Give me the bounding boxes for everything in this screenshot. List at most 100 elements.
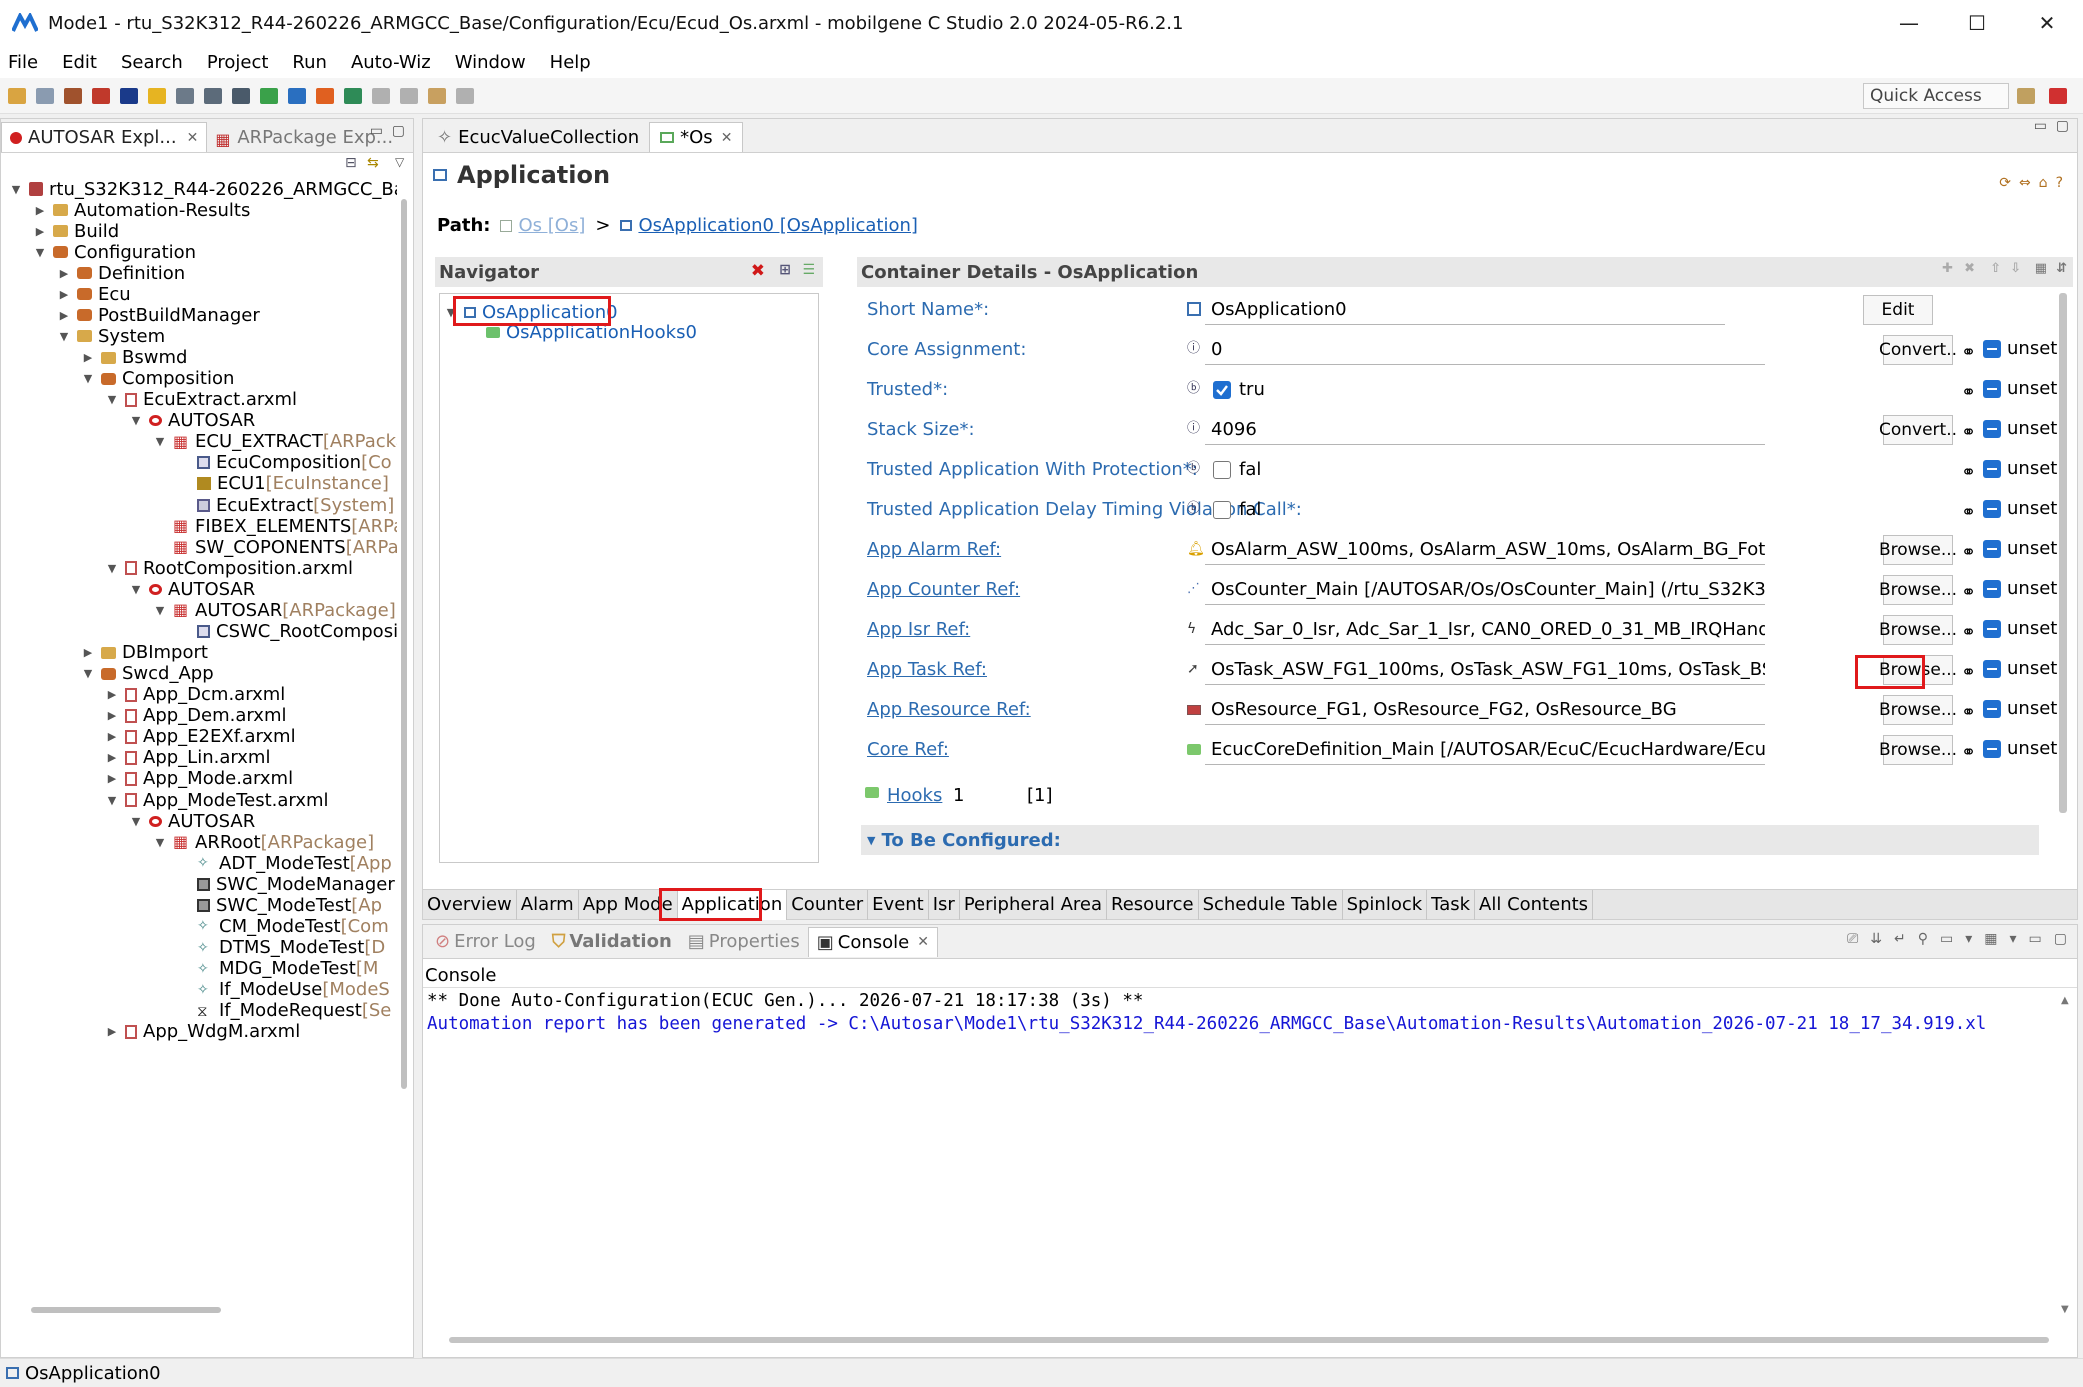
console-horizontal-scrollbar[interactable] (449, 1337, 2049, 1343)
unset-control[interactable]: ⚭ unset (1961, 618, 2057, 643)
collapse-arrow-icon[interactable]: ▼ (129, 815, 143, 828)
unset-control[interactable]: ⚭ unset (1961, 418, 2057, 443)
tree-item[interactable]: ▶ App_WdgM.arxml (105, 1018, 300, 1046)
maximize-editor-icon[interactable]: ▢ (2056, 118, 2069, 134)
app-resource-ref-input[interactable]: OsResource_FG1, OsResource_FG2, OsResour… (1205, 695, 1765, 725)
unset-toggle[interactable] (1983, 659, 2001, 678)
page-tab-counter[interactable]: Counter (787, 889, 869, 920)
expand-icon[interactable]: ⊞ (779, 262, 791, 278)
save-icon[interactable] (36, 87, 54, 104)
filter-icon[interactable]: ☰ (802, 262, 815, 278)
close-tab-icon[interactable]: ✕ (917, 934, 929, 950)
tab-console[interactable]: ▣ Console ✕ (807, 926, 938, 957)
page-tab-overview[interactable]: Overview (423, 889, 517, 920)
module-icon[interactable] (232, 87, 250, 104)
swap-icon[interactable]: ⇔ (2019, 175, 2031, 191)
page-tab-peripheral-area[interactable]: Peripheral Area (960, 889, 1108, 920)
app-alarm-ref-link[interactable]: App Alarm Ref: (867, 539, 1001, 560)
page-tab-event[interactable]: Event (868, 889, 929, 920)
collapse-arrow-icon[interactable]: ▼ (153, 435, 167, 448)
core-ref-link[interactable]: Core Ref: (867, 739, 949, 760)
wizard-icon[interactable] (148, 87, 166, 104)
hooks-link[interactable]: Hooks (887, 785, 942, 806)
expand-arrow-icon[interactable]: ▶ (105, 730, 119, 743)
forward-icon[interactable] (456, 87, 474, 104)
core-ref-input[interactable]: EcucCoreDefinition_Main [/AUTOSAR/EcuC/E… (1205, 735, 1765, 765)
expand-arrow-icon[interactable]: ▶ (33, 204, 47, 217)
collapse-arrow-icon[interactable]: ▼ (129, 414, 143, 427)
warning-icon[interactable] (316, 87, 334, 104)
app-task-ref-input[interactable]: OsTask_ASW_FG1_100ms, OsTask_ASW_FG1_10m… (1205, 655, 1765, 685)
page-tab-spinlock[interactable]: Spinlock (1343, 889, 1428, 920)
maximize-button[interactable]: ☐ (1946, 0, 2008, 46)
collapse-arrow-icon[interactable]: ▼ (153, 604, 167, 617)
app-isr-ref-input[interactable]: Adc_Sar_0_Isr, Adc_Sar_1_Isr, CAN0_ORED_… (1205, 615, 1765, 645)
tab-os[interactable]: *Os ✕ (649, 122, 744, 152)
sync-icon[interactable]: ⟳ (1999, 175, 2011, 191)
trusted-delay-checkbox[interactable] (1213, 501, 1231, 519)
page-tab-resource[interactable]: Resource (1107, 889, 1199, 920)
close-button[interactable]: ✕ (2016, 0, 2078, 46)
app-resource-ref-link[interactable]: App Resource Ref: (867, 699, 1031, 720)
unset-control[interactable]: ⚭ unset (1961, 458, 2057, 483)
maximize-view-icon[interactable]: ▢ (2054, 931, 2067, 947)
collapse-arrow-icon[interactable]: ▼ (129, 583, 143, 596)
expand-arrow-icon[interactable]: ▶ (105, 751, 119, 764)
display-console-icon[interactable]: ▭ (1940, 931, 1953, 947)
minimize-view-icon[interactable]: ▭ (2029, 931, 2042, 947)
unset-toggle[interactable] (1983, 579, 2001, 598)
app-isr-ref-link[interactable]: App Isr Ref: (867, 619, 970, 640)
collapse-arrow-icon[interactable]: ▼ (105, 562, 119, 575)
menu-auto-wiz[interactable]: Auto-Wiz (351, 52, 431, 73)
add-icon[interactable]: ✚ (1942, 261, 1953, 276)
tree-vertical-scrollbar[interactable] (399, 199, 409, 1229)
home-icon[interactable]: ⌂ (2039, 175, 2048, 191)
word-wrap-icon[interactable]: ↵ (1894, 931, 1906, 947)
page-tab-task[interactable]: Task (1427, 889, 1476, 920)
expand-arrow-icon[interactable]: ▶ (105, 709, 119, 722)
unset-toggle[interactable] (1983, 379, 2001, 398)
step-over-icon[interactable] (400, 87, 418, 104)
trusted-checkbox[interactable] (1213, 381, 1231, 399)
unset-control[interactable]: ⚭ unset (1961, 738, 2057, 763)
chart-icon[interactable] (176, 87, 194, 104)
new-console-icon[interactable]: ▦ (1984, 931, 1997, 947)
tools-icon[interactable] (288, 87, 306, 104)
tab-validation[interactable]: ⛉ Validation (544, 927, 680, 957)
step-icon[interactable] (372, 87, 390, 104)
menu-run[interactable]: Run (292, 52, 327, 73)
remove-icon[interactable]: ✖ (1964, 261, 1975, 276)
maximize-view-icon[interactable]: ▢ (392, 123, 405, 139)
expand-arrow-icon[interactable]: ▶ (105, 772, 119, 785)
pin-console-icon[interactable]: ⚲ (1918, 931, 1928, 947)
tab-error-log[interactable]: ⊘ Error Log (427, 927, 544, 957)
collapse-arrow-icon[interactable]: ▼ (9, 183, 23, 196)
component-icon[interactable] (260, 87, 278, 104)
unset-control[interactable]: ⚭ unset (1961, 338, 2057, 363)
unset-control[interactable]: ⚭ unset (1961, 658, 2057, 683)
unset-control[interactable]: ⚭ unset (1961, 378, 2057, 403)
collapse-arrow-icon[interactable]: ▼ (81, 372, 95, 385)
link-icon[interactable] (344, 87, 362, 104)
run-icon[interactable] (92, 87, 110, 104)
expand-arrow-icon[interactable]: ▶ (33, 225, 47, 238)
convert-button[interactable]: Convert.. (1879, 335, 1957, 365)
app-alarm-ref-input[interactable]: OsAlarm_ASW_100ms, OsAlarm_ASW_10ms, OsA… (1205, 535, 1765, 565)
page-tab-schedule-table[interactable]: Schedule Table (1199, 889, 1343, 920)
expand-arrow-icon[interactable]: ▶ (57, 288, 71, 301)
unset-control[interactable]: ⚭ unset (1961, 538, 2057, 563)
app-counter-ref-input[interactable]: OsCounter_Main [/AUTOSAR/Os/OsCounter_Ma… (1205, 575, 1765, 605)
unset-toggle[interactable] (1983, 459, 2001, 478)
trusted-protection-checkbox[interactable] (1213, 461, 1231, 479)
collapse-arrow-icon[interactable]: ▼ (153, 836, 167, 849)
view-menu-icon[interactable]: ▾ (2010, 931, 2017, 947)
sort-icon[interactable]: ⇵ (2056, 261, 2067, 276)
to-be-configured-section[interactable]: ▼ To Be Configured: (861, 825, 2039, 855)
unset-toggle[interactable] (1983, 539, 2001, 558)
expand-arrow-icon[interactable]: ▶ (57, 267, 71, 280)
unset-toggle[interactable] (1983, 739, 2001, 758)
minimize-editor-icon[interactable]: ▭ (2034, 118, 2047, 134)
build-icon[interactable] (64, 87, 82, 104)
table-view-icon[interactable]: ▦ (2035, 261, 2047, 276)
collapse-arrow-icon[interactable]: ▼ (33, 246, 47, 259)
